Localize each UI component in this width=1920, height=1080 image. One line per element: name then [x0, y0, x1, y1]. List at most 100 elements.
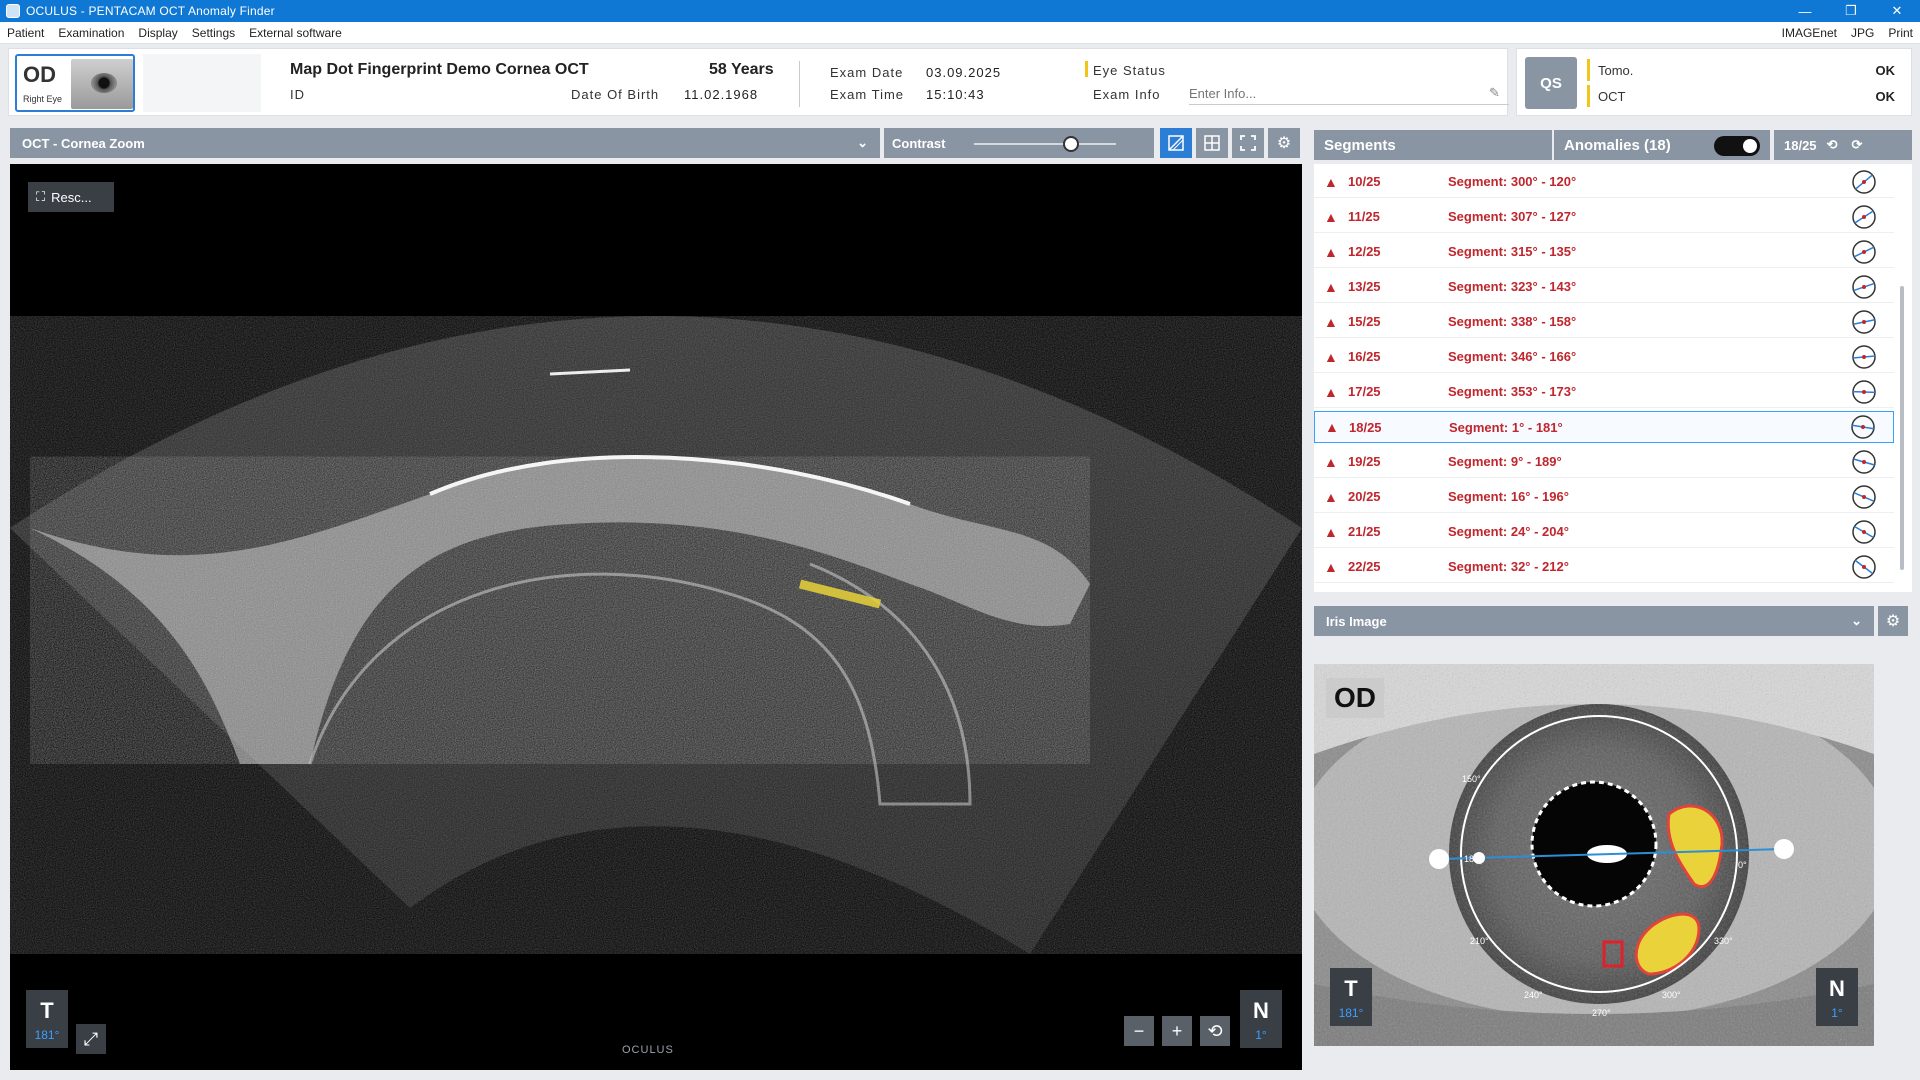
segment-row[interactable]: ▲ 18/25 Segment: 1° - 181° [1314, 411, 1894, 443]
menu-display[interactable]: Display [131, 26, 184, 40]
segment-counter: 18/25 ⟲ ⟳ [1774, 130, 1912, 160]
iris-view-select-label: Iris Image [1326, 613, 1387, 629]
contrast-slider-handle[interactable] [1062, 136, 1079, 152]
segments-scrollbar[interactable] [1900, 286, 1904, 570]
title-bar: OCULUS - PENTACAM OCT Anomaly Finder — ❐… [0, 0, 1920, 22]
eye-selector[interactable]: OD Right Eye [15, 54, 135, 112]
contrast-control: Contrast [884, 128, 1154, 158]
maximize-button[interactable]: ❐ [1828, 0, 1874, 22]
zoom-out-button[interactable]: − [1124, 1016, 1154, 1046]
exam-time-label: Exam Time [830, 87, 905, 102]
oct-scan-viewer[interactable]: ⛶ Resc... T 181° ⤢ OCULUS − + ⟲ N 1° [10, 164, 1302, 1070]
oct-view-select[interactable]: OCT - Cornea Zoom ⌄ [10, 128, 880, 158]
qs-button[interactable]: QS [1525, 57, 1577, 109]
segment-direction-icon[interactable] [1850, 378, 1878, 406]
minus-icon: − [1133, 1020, 1145, 1041]
exam-time-value: 15:10:43 [926, 87, 985, 102]
menu-external-software[interactable]: External software [242, 26, 349, 40]
tick-label: 150° [1462, 774, 1481, 784]
segment-index: 21/25 [1348, 524, 1381, 539]
segment-index: 12/25 [1348, 244, 1381, 259]
segment-index: 15/25 [1348, 314, 1381, 329]
segment-row[interactable]: ▲ 19/25 Segment: 9° - 189° [1314, 446, 1894, 478]
dob-value: 11.02.1968 [684, 87, 759, 102]
segment-label: Segment: 300° - 120° [1448, 174, 1577, 189]
gear-icon: ⚙ [1885, 613, 1901, 630]
zoom-in-button[interactable]: + [1162, 1016, 1192, 1046]
segment-direction-icon[interactable] [1850, 273, 1878, 301]
segment-row[interactable]: ▲ 13/25 Segment: 323° - 143° [1314, 271, 1894, 303]
expand-button[interactable]: ⤢ [76, 1024, 106, 1054]
direction-degree: 181° [34, 1028, 60, 1042]
close-button[interactable]: ✕ [1874, 0, 1920, 22]
warning-icon: ▲ [1325, 419, 1339, 435]
tick-label: 270° [1592, 1008, 1611, 1018]
segment-row[interactable]: ▲ 16/25 Segment: 346° - 166° [1314, 341, 1894, 373]
menu-imagenet[interactable]: IMAGEnet [1775, 26, 1844, 40]
segment-overlay-button[interactable] [1160, 128, 1192, 158]
iris-view-select[interactable]: Iris Image ⌄ [1314, 606, 1874, 636]
pencil-icon[interactable]: ✎ [1489, 85, 1500, 101]
qs-row-oct: OCT OK [1587, 85, 1903, 107]
patient-age: 58 Years [709, 61, 774, 78]
anomalies-toggle[interactable] [1714, 136, 1760, 156]
rescale-button[interactable]: ⛶ Resc... [28, 182, 114, 212]
chevron-down-icon: ⌄ [857, 135, 868, 150]
segment-direction-icon[interactable] [1850, 518, 1878, 546]
segment-row[interactable]: ▲ 20/25 Segment: 16° - 196° [1314, 481, 1894, 513]
menu-patient[interactable]: Patient [0, 26, 51, 40]
exam-info-input[interactable] [1189, 83, 1509, 105]
menu-settings[interactable]: Settings [185, 26, 242, 40]
menu-examination[interactable]: Examination [51, 26, 131, 40]
segment-direction-icon[interactable] [1850, 448, 1878, 476]
oct-settings-button[interactable]: ⚙ [1268, 128, 1300, 158]
segment-direction-icon[interactable] [1850, 483, 1878, 511]
app-icon [6, 4, 20, 18]
iris-settings-button[interactable]: ⚙ [1878, 606, 1908, 636]
reset-zoom-button[interactable]: ⟲ [1200, 1016, 1230, 1046]
segment-direction-icon[interactable] [1850, 168, 1878, 196]
warning-icon: ▲ [1324, 313, 1338, 330]
nasal-direction-indicator: N 1° [1240, 990, 1282, 1048]
eye-label: Right Eye [23, 94, 63, 104]
qs-row-value: OK [1875, 88, 1896, 104]
segment-row[interactable]: ▲ 11/25 Segment: 307° - 127° [1314, 201, 1894, 233]
segment-label: Segment: 307° - 127° [1448, 209, 1577, 224]
minimize-button[interactable]: — [1782, 0, 1828, 22]
segment-row[interactable]: ▲ 21/25 Segment: 24° - 204° [1314, 516, 1894, 548]
patient-name: Map Dot Fingerprint Demo Cornea OCT [290, 61, 589, 78]
iris-image-viewer[interactable]: OD 150° 180° 210° 240° 270° 300° 330° 0°… [1314, 664, 1874, 1046]
segment-direction-icon[interactable] [1850, 343, 1878, 371]
tick-label: 210° [1470, 936, 1489, 946]
menu-jpg[interactable]: JPG [1844, 26, 1881, 40]
fullscreen-button[interactable] [1232, 128, 1264, 158]
contrast-slider-track[interactable] [974, 143, 1116, 145]
segment-direction-icon[interactable] [1850, 308, 1878, 336]
segment-index: 20/25 [1348, 489, 1381, 504]
segment-row[interactable]: ▲ 17/25 Segment: 353° - 173° [1314, 376, 1894, 408]
menu-print[interactable]: Print [1881, 26, 1920, 40]
segment-direction-icon[interactable] [1849, 413, 1877, 441]
direction-letter: T [40, 998, 54, 1023]
grid-button[interactable] [1196, 128, 1228, 158]
iris-eye-code: OD [1326, 678, 1384, 718]
segment-direction-icon[interactable] [1850, 553, 1878, 581]
iris-image [1314, 664, 1874, 1046]
segment-direction-icon[interactable] [1850, 238, 1878, 266]
tab-segments[interactable]: Segments [1314, 130, 1552, 160]
segment-row[interactable]: ▲ 10/25 Segment: 300° - 120° [1314, 166, 1894, 198]
segment-direction-icon[interactable] [1850, 203, 1878, 231]
tick-label: 240° [1524, 990, 1543, 1000]
segment-index: 16/25 [1348, 349, 1381, 364]
rescale-icon: ⛶ [36, 189, 46, 204]
segment-row[interactable]: ▲ 12/25 Segment: 315° - 135° [1314, 236, 1894, 268]
iris-nasal-indicator: N 1° [1816, 968, 1858, 1026]
segment-label: Segment: 323° - 143° [1448, 279, 1577, 294]
tick-label: 0° [1738, 860, 1747, 870]
rotate-right-icon[interactable]: ⟳ [1851, 137, 1862, 153]
segment-row[interactable]: ▲ 22/25 Segment: 32° - 212° [1314, 551, 1894, 583]
rotate-left-icon[interactable]: ⟲ [1827, 137, 1838, 153]
segment-label: Segment: 24° - 204° [1448, 524, 1569, 539]
segment-label: Segment: 315° - 135° [1448, 244, 1577, 259]
segment-row[interactable]: ▲ 15/25 Segment: 338° - 158° [1314, 306, 1894, 338]
